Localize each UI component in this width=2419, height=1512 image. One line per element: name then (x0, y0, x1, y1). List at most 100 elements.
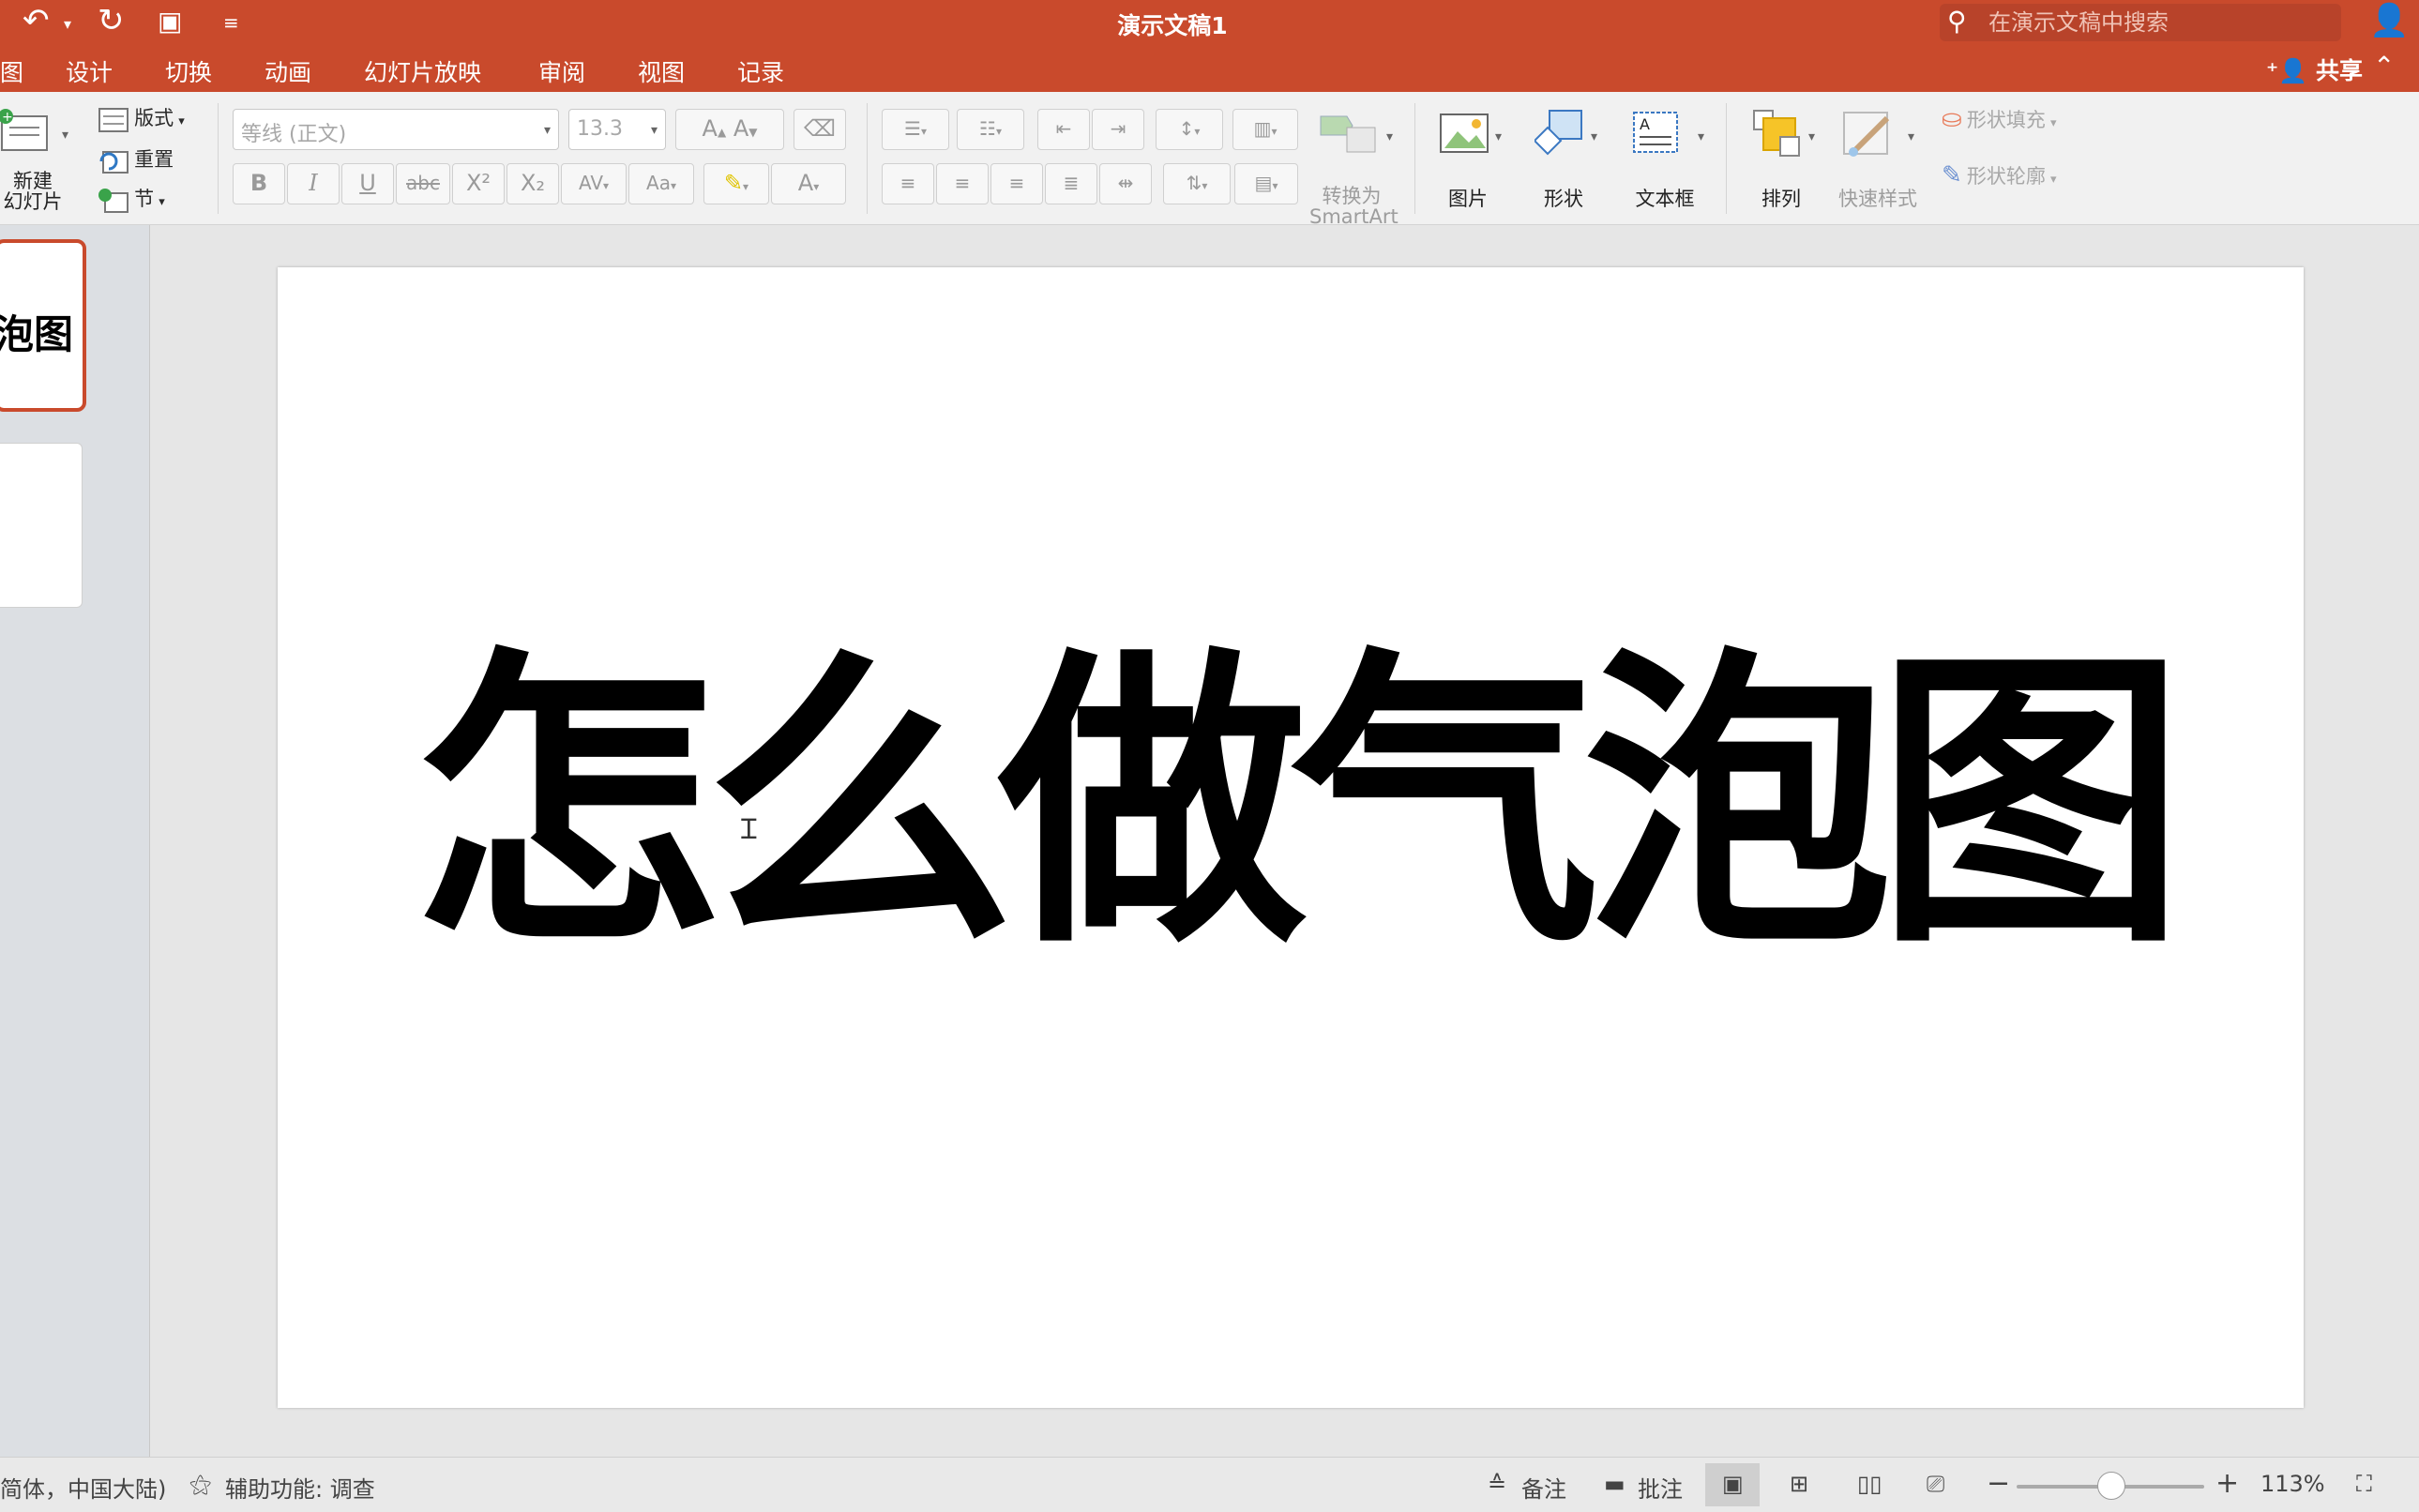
numbering-button[interactable]: ☷▾ (957, 109, 1024, 150)
slide-thumbnail-2[interactable] (0, 443, 83, 608)
slide-title[interactable]: 怎么做气泡图 (278, 647, 2304, 957)
distributed-button[interactable]: ⇹ (1099, 163, 1152, 204)
decrease-indent-button[interactable]: ⇤ (1037, 109, 1090, 150)
align-right-button[interactable]: ≡ (990, 163, 1043, 204)
section-label: 节 (134, 188, 155, 210)
align-text-dropdown-icon: ▾ (1272, 179, 1278, 192)
arrange-label: 排列 (1761, 188, 1801, 210)
smartart-label-line2: SmartArt (1309, 205, 1398, 228)
quick-styles-button[interactable]: ▾ 快速样式 (1835, 109, 1928, 214)
text-direction-button[interactable]: ⇅▾ (1163, 163, 1231, 204)
redo-icon[interactable]: ↻ (98, 2, 125, 39)
reset-icon (99, 150, 129, 174)
character-spacing-dropdown-icon: ▾ (603, 179, 610, 192)
zoom-out-icon[interactable]: − (1987, 1467, 2010, 1500)
font-color-button[interactable]: A▾ (771, 163, 846, 204)
layout-icon (98, 107, 129, 132)
slideshow-view-icon[interactable]: ⎚ (1927, 1471, 1944, 1497)
undo-icon[interactable]: ↶ (23, 2, 50, 39)
shape-outline-button[interactable]: ✎ 形状轮廓 ▾ (1942, 161, 2057, 189)
align-right-icon: ≡ (1008, 172, 1025, 194)
slide-canvas[interactable]: 怎么做气泡图 (278, 267, 2304, 1408)
smartart-label-line1: 转换为 (1322, 185, 1382, 207)
tab-record[interactable]: 记录 (737, 54, 784, 88)
shapes-icon (1535, 110, 1582, 156)
search-input[interactable] (1988, 8, 2326, 38)
align-center-button[interactable]: ≡ (936, 163, 989, 204)
tab-animations[interactable]: 动画 (265, 54, 311, 88)
tab-view[interactable]: 视图 (638, 54, 685, 88)
convert-smartart-button[interactable]: ▾ 转换为 SmartArt (1309, 109, 1413, 227)
subscript-button[interactable]: X₂ (506, 163, 559, 204)
quick-styles-dropdown-icon: ▾ (1908, 129, 1915, 144)
textbox-button[interactable]: A ▾ 文本框 (1626, 109, 1711, 214)
notes-button[interactable]: 备注 (1521, 1471, 1566, 1504)
language-status[interactable]: 简体，中国大陆) (0, 1471, 166, 1504)
tab-transitions[interactable]: 切换 (165, 54, 212, 88)
section-button[interactable]: 节 ▾ (98, 184, 165, 216)
change-case-button[interactable]: Aa▾ (628, 163, 694, 204)
tab-insert[interactable]: 图 (0, 54, 23, 88)
character-spacing-button[interactable]: AV▾ (561, 163, 627, 204)
italic-button[interactable]: I (287, 163, 340, 204)
columns-icon: ▥ (1253, 117, 1272, 140)
fit-to-window-icon[interactable]: ⛶ (2356, 1471, 2372, 1497)
slideshow-icon[interactable]: ▣ (158, 6, 182, 37)
reading-view-icon[interactable]: ▯▯ (1857, 1471, 1882, 1497)
increase-indent-button[interactable]: ⇥ (1092, 109, 1144, 150)
clear-formatting-button[interactable]: ⌫ (794, 109, 846, 150)
undo-dropdown-icon[interactable]: ▾ (64, 15, 71, 33)
highlight-dropdown-icon: ▾ (743, 180, 749, 193)
shape-outline-dropdown-icon: ▾ (2049, 173, 2057, 187)
align-text-button[interactable]: ▤▾ (1234, 163, 1298, 204)
reset-button[interactable]: 重置 (98, 144, 174, 176)
decrease-font-button[interactable]: A (733, 115, 748, 142)
bold-button[interactable]: B (233, 163, 285, 204)
slide-thumbnail-1[interactable]: 泡图 (0, 239, 86, 412)
line-spacing-button[interactable]: ↕▾ (1156, 109, 1223, 150)
arrange-button[interactable]: ▾ 排列 (1748, 109, 1823, 214)
accessibility-status[interactable]: 辅助功能: 调查 (225, 1471, 375, 1504)
increase-font-button[interactable]: A (703, 115, 718, 142)
user-icon[interactable]: 👤 (2369, 2, 2409, 39)
superscript-button[interactable]: X² (452, 163, 505, 204)
outdent-icon: ⇤ (1055, 117, 1072, 140)
zoom-level[interactable]: 113% (2260, 1471, 2325, 1497)
shape-button[interactable]: ▾ 形状 (1531, 109, 1606, 214)
font-size-dropdown-icon: ▾ (650, 123, 658, 138)
new-slide-dropdown-icon[interactable]: ▾ (62, 128, 68, 143)
underline-button[interactable]: U (341, 163, 394, 204)
strikethrough-button[interactable]: abc (396, 163, 450, 204)
collapse-ribbon-icon[interactable]: ⌃ (2373, 51, 2395, 82)
align-left-button[interactable]: ≡ (882, 163, 934, 204)
tab-slideshow[interactable]: 幻灯片放映 (364, 54, 481, 88)
zoom-in-icon[interactable]: + (2215, 1467, 2239, 1500)
customize-toolbar-icon[interactable]: ≡ (223, 11, 239, 34)
font-size-select[interactable]: 13.3 ▾ (568, 109, 666, 150)
section-dropdown-icon: ▾ (159, 195, 165, 209)
comments-button[interactable]: 批注 (1638, 1471, 1683, 1504)
layout-button[interactable]: 版式 ▾ (98, 103, 185, 135)
tab-review[interactable]: 审阅 (538, 54, 585, 88)
new-slide-button[interactable]: + (0, 107, 53, 156)
smartart-icon (1320, 115, 1376, 153)
pencil-icon: ✎ (1942, 161, 1962, 189)
search-box[interactable]: ⚲ (1940, 4, 2341, 41)
tab-design[interactable]: 设计 (66, 54, 113, 88)
document-title: 演示文稿1 (1117, 12, 1228, 39)
font-name-select[interactable]: 等线 (正文) ▾ (233, 109, 559, 150)
section-icon (98, 188, 129, 213)
new-slide-label[interactable]: 新建 幻灯片 (0, 171, 66, 212)
bullets-button[interactable]: ☰▾ (882, 109, 949, 150)
add-person-icon: ⁺👤 (2266, 57, 2308, 84)
slide-sorter-icon[interactable]: ⊞ (1790, 1471, 1808, 1497)
share-button[interactable]: ⁺👤 共享 (2266, 53, 2363, 86)
zoom-slider-handle[interactable] (2097, 1472, 2125, 1500)
picture-button[interactable]: ▾ 图片 (1435, 109, 1510, 214)
highlight-button[interactable]: ✎▾ (703, 163, 769, 204)
justify-button[interactable]: ≣ (1045, 163, 1097, 204)
ribbon-tabs: 图 设计 切换 动画 幻灯片放映 审阅 视图 记录 ⁺👤 共享 ⌃ (0, 47, 2419, 92)
font-color-label: A (797, 170, 814, 196)
shape-fill-button[interactable]: ⛀ 形状填充 ▾ (1942, 105, 2057, 133)
columns-button[interactable]: ▥▾ (1232, 109, 1298, 150)
